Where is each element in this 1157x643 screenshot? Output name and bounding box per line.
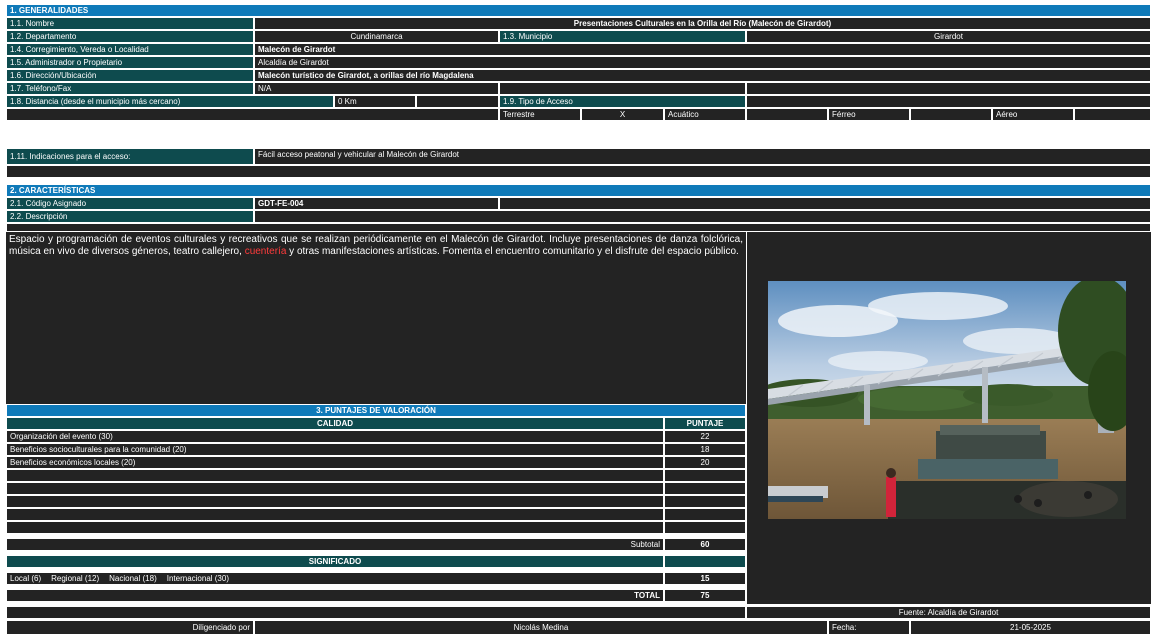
fecha-label: Fecha:	[828, 620, 910, 635]
diligenciado-value: Nicolás Medina	[254, 620, 828, 635]
label-descripcion: 2.2. Descripción	[6, 210, 254, 223]
criterio-score: 22	[664, 430, 746, 443]
header-puntaje: PUNTAJE	[664, 417, 746, 430]
criterio-label: Beneficios socioculturales para la comun…	[6, 443, 664, 456]
value-municipio: Girardot	[746, 30, 1151, 43]
criterio-label: Organización del evento (30)	[6, 430, 664, 443]
value-codigo: GDT-FE-004	[254, 197, 499, 210]
label-tipo-acceso: 1.9. Tipo de Acceso	[499, 95, 746, 108]
photo-illustration	[768, 281, 1126, 519]
photo-source: Fuente: Alcaldía de Girardot	[746, 606, 1151, 619]
value-indicaciones: Fácil acceso peatonal y vehicular al Mal…	[254, 148, 1151, 165]
label-distancia: 1.8. Distancia (desde el municipio más c…	[6, 95, 334, 108]
empty-cell	[6, 606, 746, 619]
value-direccion: Malecón turístico de Girardot, a orillas…	[254, 69, 1151, 82]
empty-row	[6, 469, 664, 482]
empty-row	[6, 508, 664, 521]
value-departamento: Cundinamarca	[254, 30, 499, 43]
label-indicaciones: 1.11. Indicaciones para el acceso:	[6, 148, 254, 165]
criterio-label: Beneficios económicos locales (20)	[6, 456, 664, 469]
value-telefono: N/A	[254, 82, 499, 95]
value-nombre: Presentaciones Culturales en la Orilla d…	[254, 17, 1151, 30]
empty-cell	[499, 197, 1151, 210]
label-direccion: 1.6. Dirección/Ubicación	[6, 69, 254, 82]
acceso-terrestre: Terrestre	[499, 108, 581, 121]
fecha-value: 21-05-2025	[910, 620, 1151, 635]
total-label: TOTAL	[6, 589, 664, 602]
acceso-ferreo: Férreo	[828, 108, 910, 121]
malecon-bridge-photo	[768, 281, 1126, 519]
empty-cell	[664, 521, 746, 534]
empty-cell	[910, 108, 992, 121]
significado-regional: Regional (12)	[51, 574, 100, 583]
header-calidad: CALIDAD	[6, 417, 664, 430]
label-telefono: 1.7. Teléfono/Fax	[6, 82, 254, 95]
total-value: 75	[664, 589, 746, 602]
empty-cell	[746, 108, 828, 121]
significado-internacional: Internacional (30)	[166, 574, 229, 583]
acceso-acuatico: Acuático	[664, 108, 746, 121]
empty-cell	[499, 82, 746, 95]
subtotal-label: Subtotal	[6, 538, 664, 551]
subtotal-value: 60	[664, 538, 746, 551]
acceso-terrestre-mark: X	[581, 108, 664, 121]
significado-options: Local (6) Regional (12) Nacional (18) Inter…	[6, 572, 664, 585]
label-nombre: 1.1. Nombre	[6, 17, 254, 30]
empty-row	[6, 223, 1151, 232]
empty-cell	[416, 95, 499, 108]
empty-cell	[746, 95, 1151, 108]
description-highlight: cuentería	[244, 246, 287, 257]
value-administrador: Alcaldía de Girardot	[254, 56, 1151, 69]
empty-cell	[6, 108, 499, 121]
empty-cell	[664, 469, 746, 482]
value-corregimiento: Malecón de Girardot	[254, 43, 1151, 56]
description-part-2: y otras manifestaciones artísticas. Fome…	[286, 246, 739, 257]
acceso-aereo: Aéreo	[992, 108, 1074, 121]
header-significado: SIGNIFICADO	[6, 555, 664, 568]
empty-row	[6, 495, 664, 508]
label-corregimiento: 1.4. Corregimiento, Vereda o Localidad	[6, 43, 254, 56]
value-distancia: 0 Km	[334, 95, 416, 108]
section-header-generalidades: 1. GENERALIDADES	[6, 4, 1151, 17]
description-text: Espacio y programación de eventos cultur…	[6, 232, 746, 404]
empty-cell	[664, 495, 746, 508]
criterio-score: 20	[664, 456, 746, 469]
significado-local: Local (6)	[10, 574, 42, 583]
criterio-score: 18	[664, 443, 746, 456]
label-codigo: 2.1. Código Asignado	[6, 197, 254, 210]
label-municipio: 1.3. Municipio	[499, 30, 746, 43]
empty-cell	[1074, 108, 1151, 121]
diligenciado-label: Diligenciado por	[6, 620, 254, 635]
empty-cell	[664, 555, 746, 568]
section-header-puntajes: 3. PUNTAJES DE VALORACIÓN	[6, 404, 746, 417]
empty-cell	[254, 210, 1151, 223]
empty-cell	[664, 508, 746, 521]
empty-cell	[746, 82, 1151, 95]
tourism-inventory-sheet: 1. GENERALIDADES 1.1. Nombre Presentacio…	[0, 0, 1157, 643]
empty-cell	[664, 482, 746, 495]
label-administrador: 1.5. Administrador o Propietario	[6, 56, 254, 69]
label-departamento: 1.2. Departamento	[6, 30, 254, 43]
significado-nacional: Nacional (18)	[109, 574, 157, 583]
section-header-caracteristicas: 2. CARACTERÍSTICAS	[6, 184, 1151, 197]
empty-row	[6, 482, 664, 495]
significado-value: 15	[664, 572, 746, 585]
empty-row	[6, 165, 1151, 178]
empty-row	[6, 521, 664, 534]
